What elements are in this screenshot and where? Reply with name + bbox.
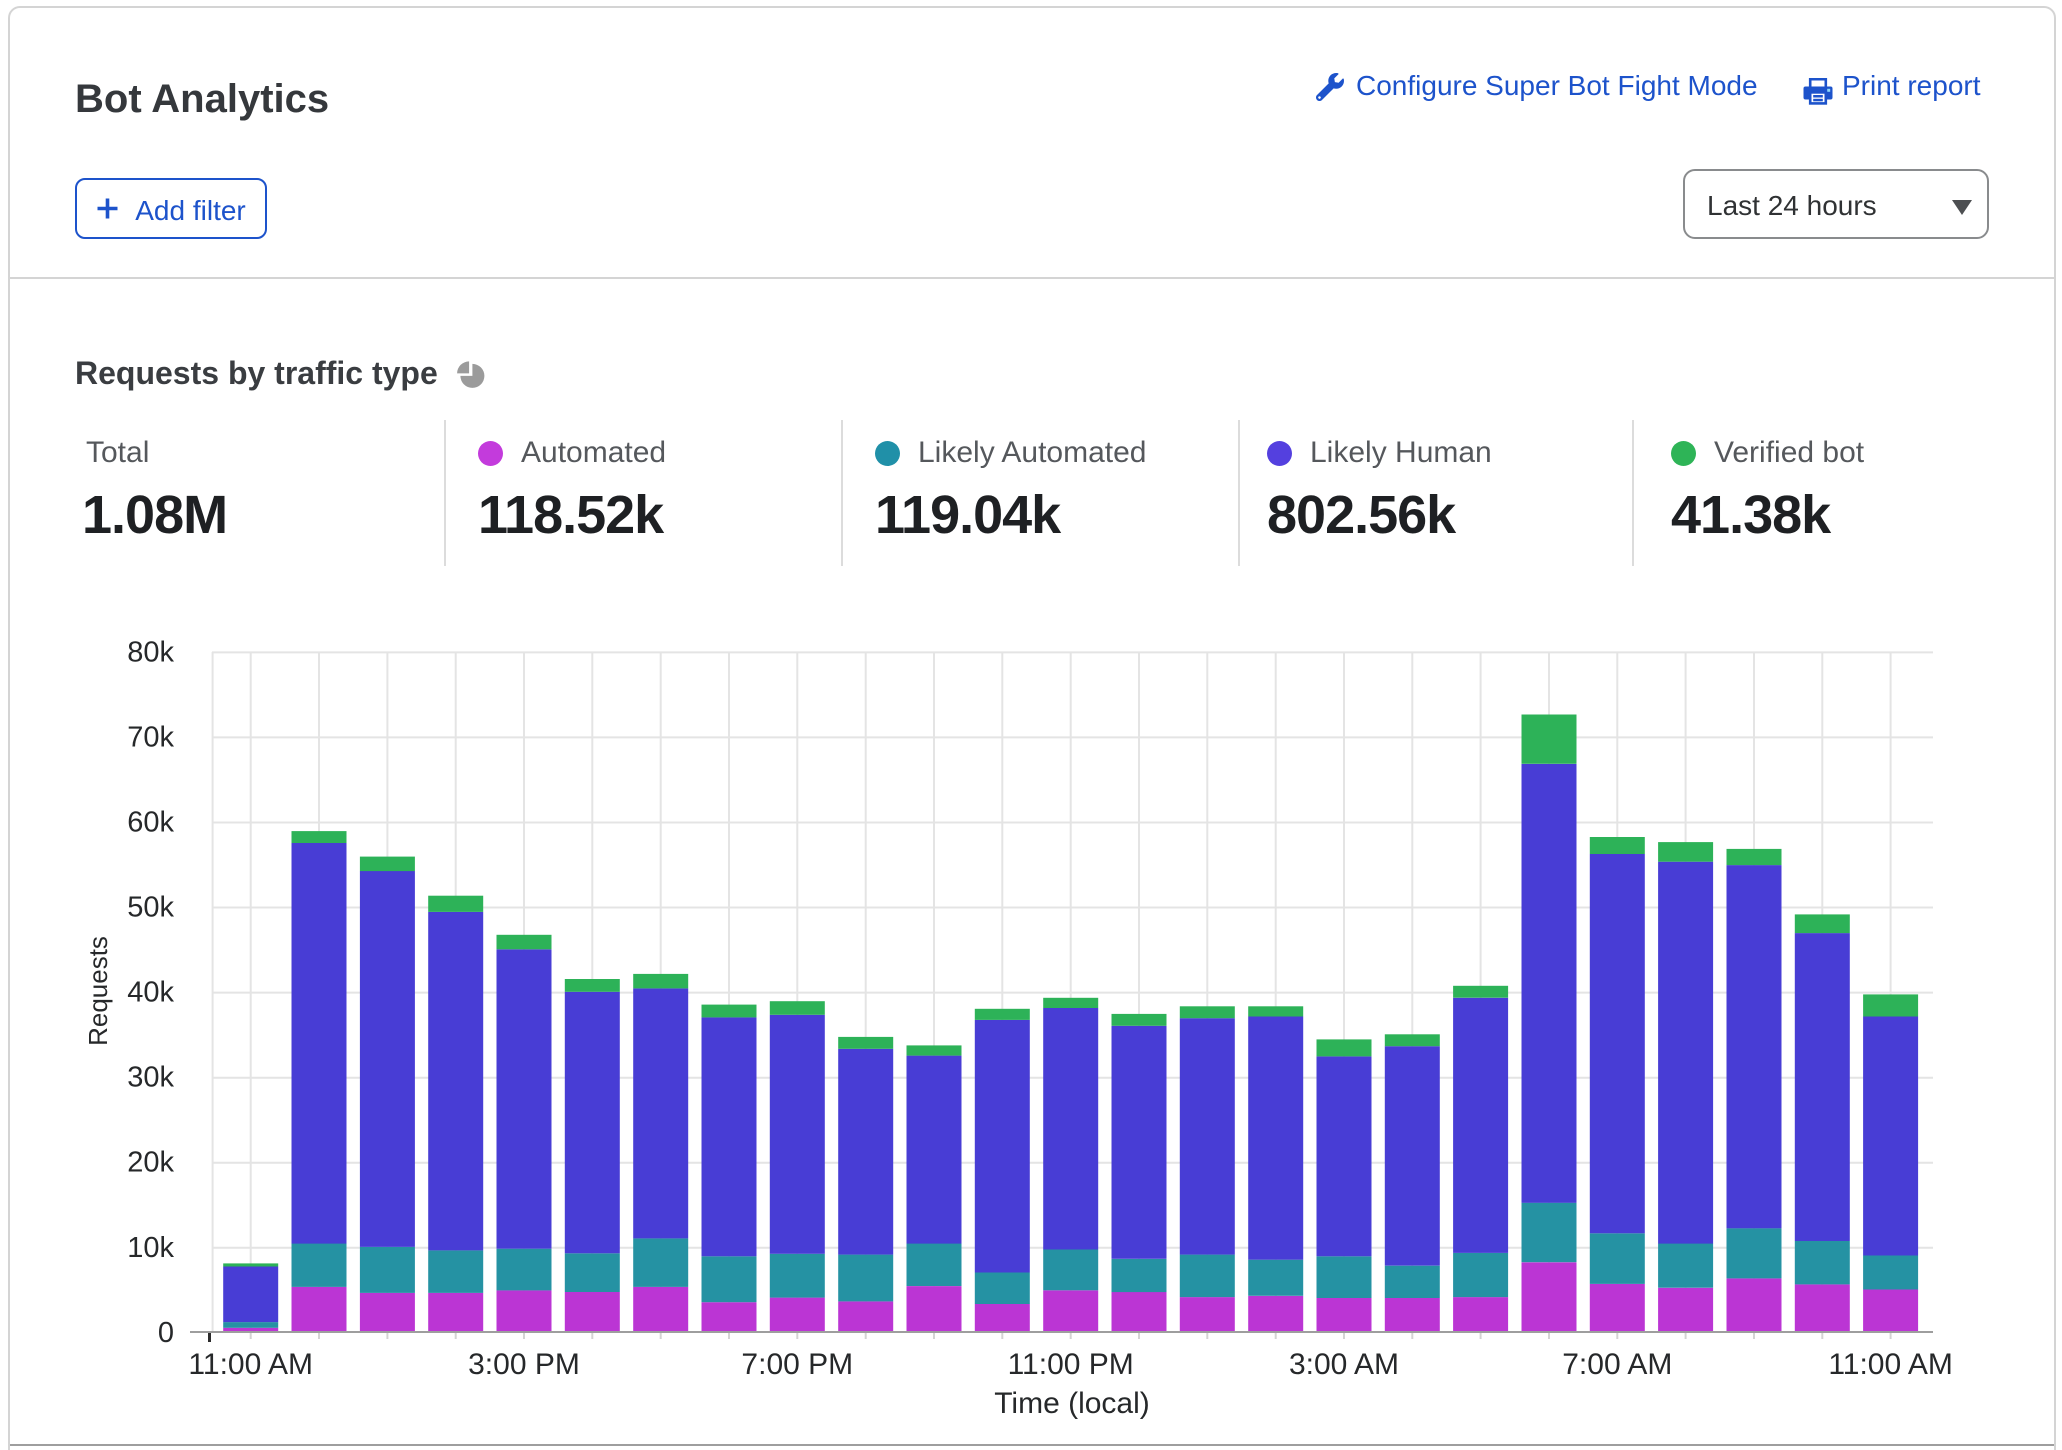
svg-text:7:00 AM: 7:00 AM (1562, 1348, 1672, 1381)
svg-text:3:00 PM: 3:00 PM (468, 1348, 580, 1381)
svg-text:Time (local): Time (local) (994, 1387, 1150, 1420)
svg-text:10k: 10k (127, 1232, 174, 1264)
svg-text:50k: 50k (127, 892, 174, 924)
svg-text:30k: 30k (127, 1062, 174, 1094)
svg-text:70k: 70k (127, 721, 174, 753)
svg-text:40k: 40k (127, 977, 174, 1009)
svg-text:60k: 60k (127, 807, 174, 839)
svg-text:20k: 20k (127, 1147, 174, 1179)
svg-text:80k: 80k (127, 636, 174, 668)
svg-text:11:00 PM: 11:00 PM (1008, 1348, 1134, 1381)
svg-text:0: 0 (158, 1317, 174, 1349)
svg-text:11:00 AM: 11:00 AM (1828, 1348, 1953, 1381)
svg-text:3:00 AM: 3:00 AM (1289, 1348, 1399, 1381)
svg-text:11:00 AM: 11:00 AM (188, 1348, 313, 1381)
svg-text:7:00 PM: 7:00 PM (741, 1348, 853, 1381)
svg-text:Requests: Requests (83, 936, 113, 1046)
